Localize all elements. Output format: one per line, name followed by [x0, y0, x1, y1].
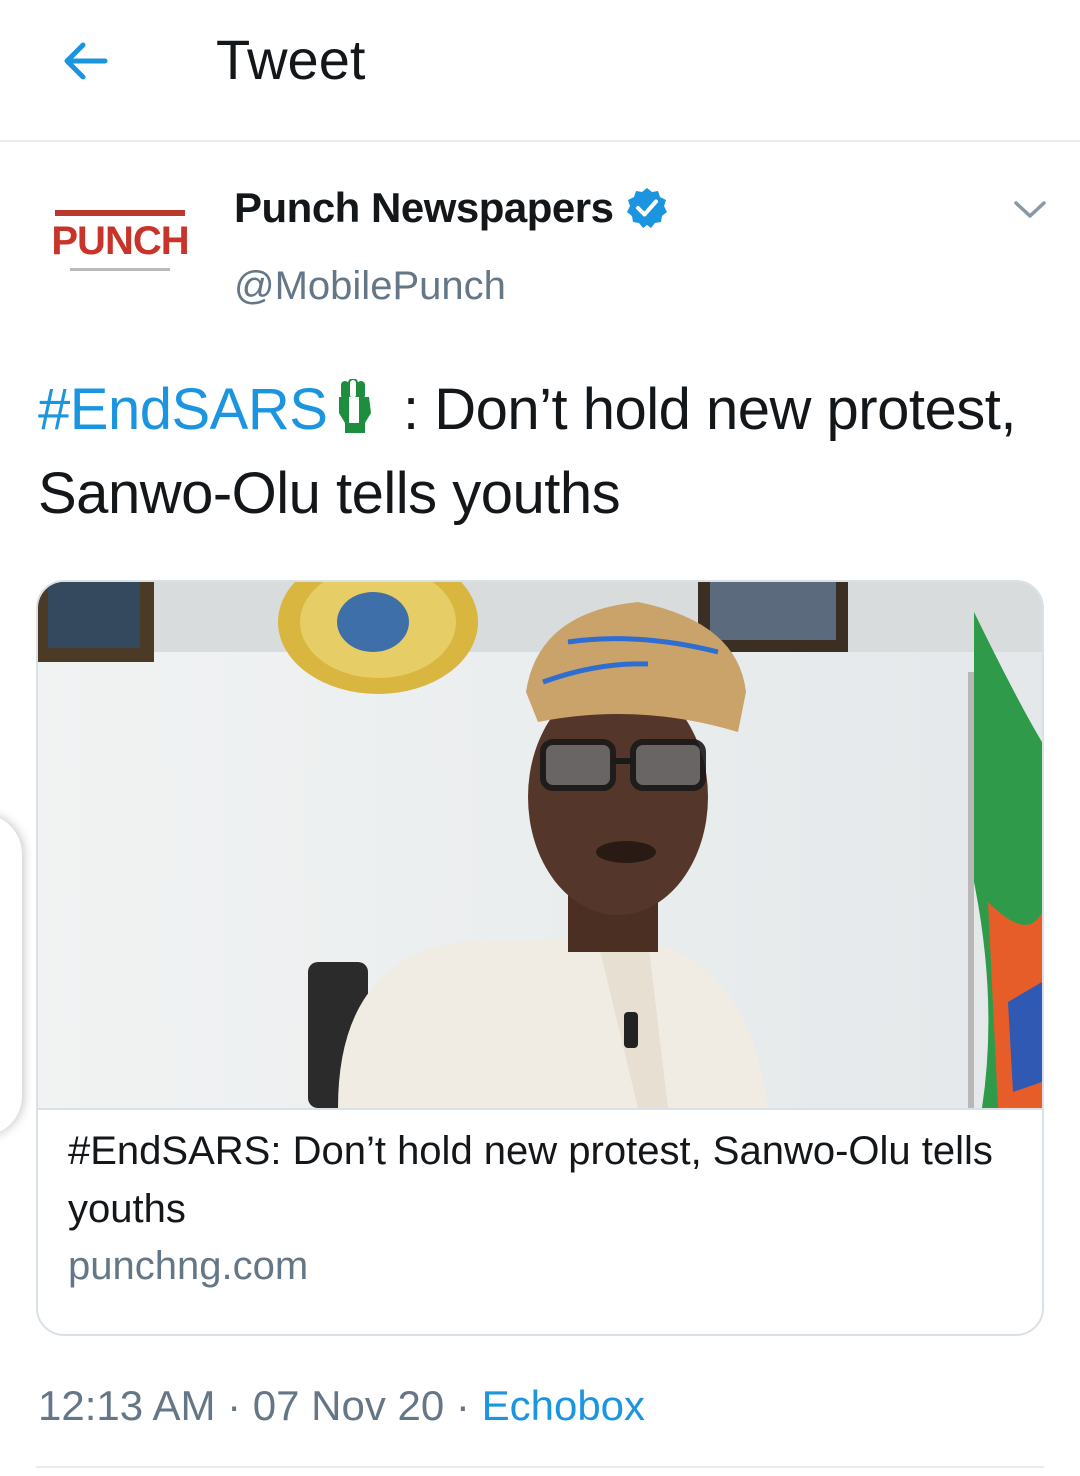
author-name[interactable]: Punch Newspapers [234, 182, 614, 234]
card-divider [38, 1108, 1042, 1110]
card-image[interactable] [38, 582, 1042, 1108]
tweet-source-link[interactable]: Echobox [482, 1382, 645, 1429]
link-card[interactable]: #EndSARS: Don’t hold new protest, Sanwo-… [36, 580, 1044, 1336]
arrow-left-icon [64, 42, 108, 80]
back-button[interactable] [50, 26, 120, 96]
tweet-date: 07 Nov 20 [252, 1382, 445, 1429]
tweet-meta: 12:13 AM · 07 Nov 20 · Echobox [38, 1380, 645, 1432]
author-name-row[interactable]: Punch Newspapers [234, 182, 669, 234]
avatar-bar [55, 209, 185, 216]
author-handle[interactable]: @MobilePunch [234, 262, 506, 310]
meta-separator: · [215, 1382, 253, 1429]
page-title: Tweet [216, 28, 366, 91]
edge-panel-handle[interactable] [0, 814, 22, 1136]
card-domain[interactable]: punchng.com [68, 1240, 308, 1292]
more-options-button[interactable] [1008, 188, 1052, 232]
chevron-down-icon [1014, 201, 1046, 218]
raised-fist-icon [339, 379, 372, 433]
card-title[interactable]: #EndSARS: Don’t hold new protest, Sanwo-… [68, 1122, 1018, 1238]
top-bar: Tweet [0, 0, 1080, 112]
header-divider [0, 140, 1080, 142]
avatar[interactable]: PUNCH [40, 180, 200, 300]
bottom-divider [36, 1466, 1044, 1468]
tweet-time: 12:13 AM [38, 1382, 216, 1429]
tweet-text: #EndSARS : Don’t hold new protest, Sanwo… [38, 368, 1048, 536]
meta-separator: · [444, 1382, 482, 1429]
avatar-tagline-mark [70, 267, 170, 271]
avatar-logo-text: PUNCH [51, 218, 189, 263]
verified-badge-icon [625, 186, 669, 230]
hashtag-link[interactable]: #EndSARS [38, 377, 328, 442]
